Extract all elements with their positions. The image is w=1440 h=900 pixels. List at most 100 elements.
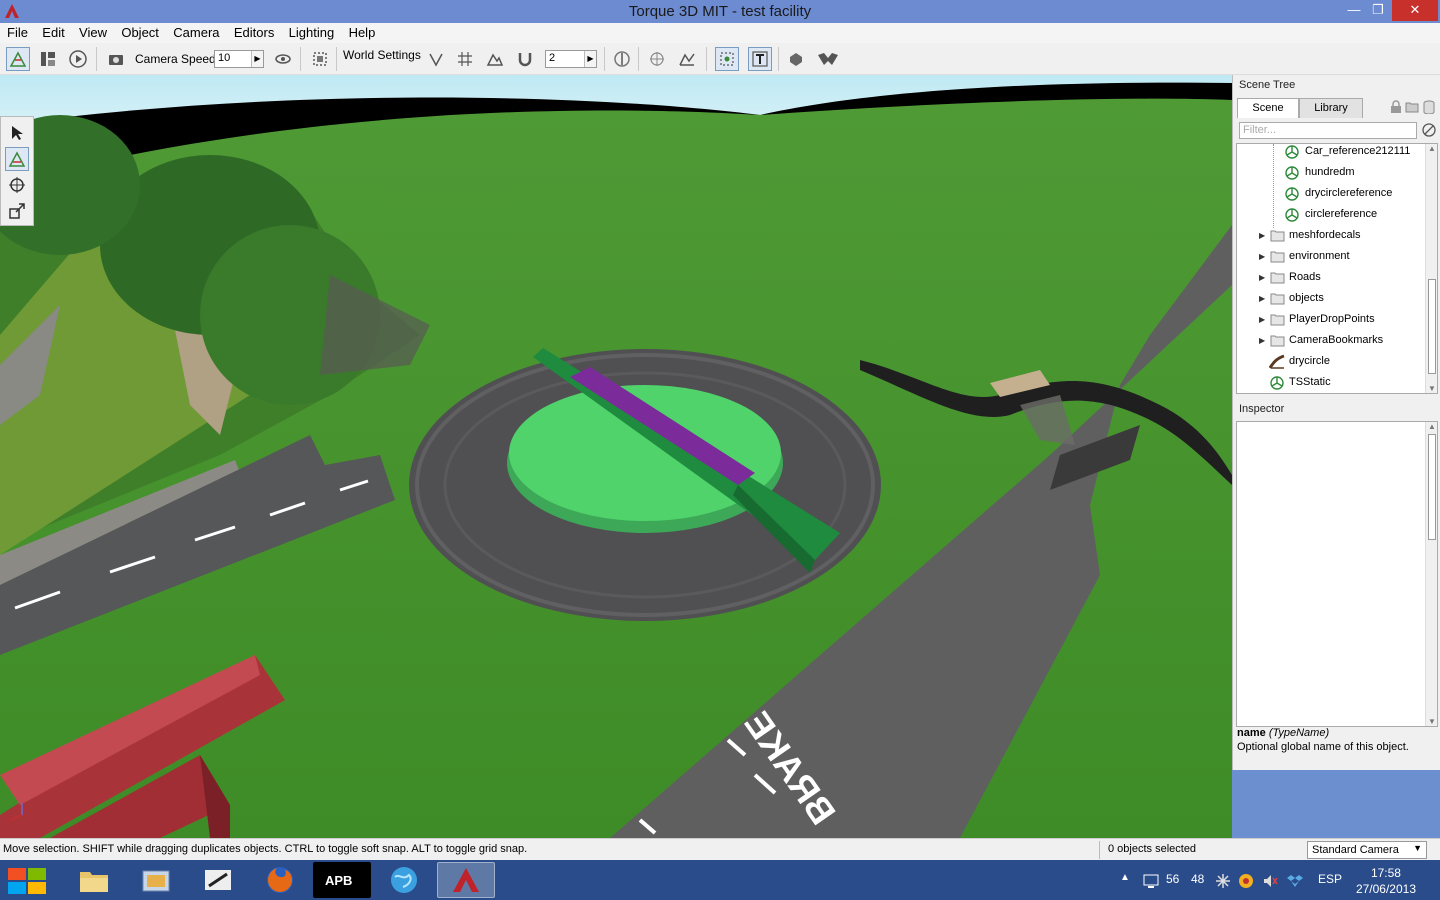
menu-view[interactable]: View: [75, 23, 111, 42]
world-editor-icon[interactable]: [6, 47, 30, 71]
title-bar: Torque 3D MIT - test facility — ❐ ✕: [0, 0, 1440, 23]
expand-arrow-icon[interactable]: ▶: [1259, 267, 1267, 288]
expand-arrow-icon[interactable]: ▶: [1259, 246, 1267, 267]
menu-camera[interactable]: Camera: [169, 23, 223, 42]
scene-tree-scroll-thumb[interactable]: [1428, 279, 1436, 374]
rotate-tool-icon[interactable]: [5, 173, 29, 197]
tree-item-label: PlayerDropPoints: [1289, 313, 1375, 325]
camera-mode-dropdown[interactable]: Standard Camera ▼: [1307, 841, 1427, 859]
grid-snap-icon[interactable]: [453, 47, 477, 71]
folder-icon: [1270, 230, 1285, 242]
inspector-field-help: name (TypeName): [1237, 727, 1329, 739]
menu-help[interactable]: Help: [345, 23, 380, 42]
scroll-up-icon[interactable]: ▲: [1428, 144, 1436, 153]
tab-library[interactable]: Library: [1299, 98, 1363, 118]
shape-icon: [1285, 166, 1299, 180]
menu-file[interactable]: File: [3, 23, 32, 42]
road-icon: [1269, 354, 1285, 369]
close-button[interactable]: ✕: [1392, 0, 1438, 21]
tree-item-label: objects: [1289, 292, 1324, 304]
camera-icon[interactable]: [104, 47, 128, 71]
3d-viewport[interactable]: BRAKE: [0, 75, 1232, 838]
camera-speed-value: 10: [218, 52, 231, 64]
object-selection-icon[interactable]: [715, 47, 739, 71]
expand-arrow-icon[interactable]: ▶: [1259, 309, 1267, 330]
taskbar-clock[interactable]: 17:58 27/06/2013: [1356, 865, 1416, 897]
taskbar-apb-icon[interactable]: APB: [313, 862, 371, 898]
camera-speed-input[interactable]: 10 ▶: [214, 50, 264, 68]
restore-button[interactable]: ❐: [1364, 0, 1392, 21]
scroll-up-icon[interactable]: ▲: [1428, 422, 1436, 431]
magnet-snap-icon[interactable]: [513, 47, 537, 71]
new-folder-icon[interactable]: [1405, 100, 1419, 117]
windows-start-icon[interactable]: [8, 868, 46, 894]
camera-speed-label: Camera Speed: [135, 52, 216, 66]
shape-icon: [1270, 376, 1284, 390]
grid-size-arrow-icon[interactable]: ▶: [584, 51, 596, 67]
tray-volume-icon[interactable]: [1262, 873, 1278, 892]
tray-network-icon[interactable]: [1215, 873, 1231, 892]
taskbar-torque-icon[interactable]: [437, 862, 495, 898]
taskbar-globe-icon[interactable]: [375, 862, 433, 898]
taskbar-firefox-icon[interactable]: [251, 862, 309, 898]
fit-view-icon[interactable]: [308, 47, 332, 71]
scroll-down-icon[interactable]: ▼: [1428, 717, 1436, 726]
taskbar-game-icon[interactable]: [189, 862, 247, 898]
folder-icon: [1270, 251, 1285, 263]
move-tool-icon[interactable]: [5, 147, 29, 171]
folder-icon: [1270, 293, 1285, 305]
scale-tool-icon[interactable]: [5, 199, 29, 223]
tray-expand-icon[interactable]: ▲: [1120, 872, 1130, 883]
tree-item-label: drycirclereference: [1305, 187, 1393, 199]
camera-speed-arrow-icon[interactable]: ▶: [251, 51, 263, 67]
folder-icon: [1270, 272, 1285, 284]
menu-lighting[interactable]: Lighting: [285, 23, 339, 42]
selection-count: 0 objects selected: [1108, 843, 1197, 855]
scroll-down-icon[interactable]: ▼: [1428, 384, 1436, 393]
delete-icon[interactable]: [1423, 100, 1435, 117]
svg-text:APB: APB: [325, 873, 352, 888]
gui-editor-icon[interactable]: [36, 47, 60, 71]
window-title: Torque 3D MIT - test facility: [628, 3, 812, 20]
expand-arrow-icon[interactable]: ▶: [1259, 330, 1267, 351]
shape-icon: [1285, 145, 1299, 159]
scene-tree-scrollbar[interactable]: ▲ ▼: [1425, 144, 1437, 393]
expand-arrow-icon[interactable]: ▶: [1259, 225, 1267, 246]
visibility-eye-icon[interactable]: [271, 47, 295, 71]
menu-editors[interactable]: Editors: [230, 23, 278, 42]
text-label-icon[interactable]: [748, 47, 772, 71]
scene-tree-panel: Scene Tree Scene Library Filter... Car_r…: [1232, 75, 1440, 770]
tray-app-icon[interactable]: [1238, 873, 1254, 892]
bounds-icon[interactable]: [610, 47, 634, 71]
tab-scene[interactable]: Scene: [1237, 98, 1299, 118]
taskbar-folder-icon[interactable]: [127, 862, 185, 898]
lock-icon[interactable]: [1390, 100, 1402, 117]
object-center-icon[interactable]: [645, 47, 669, 71]
expand-arrow-icon[interactable]: ▶: [1259, 288, 1267, 309]
shape-icon: [1285, 187, 1299, 201]
grid-size-input[interactable]: 2 ▶: [545, 50, 597, 68]
terrain-snap-icon[interactable]: [483, 47, 507, 71]
tree-item-label: environment: [1289, 250, 1350, 262]
tree-item-label: TSStatic: [1289, 376, 1331, 388]
tray-dropbox-icon[interactable]: [1287, 873, 1303, 892]
world-settings-label[interactable]: World Settings: [343, 48, 421, 62]
drop-at-camera-icon[interactable]: [784, 47, 808, 71]
inspector-scroll-thumb[interactable]: [1428, 434, 1436, 540]
taskbar-file-explorer-icon[interactable]: [65, 862, 123, 898]
clear-filter-icon[interactable]: [1422, 123, 1436, 140]
play-game-icon[interactable]: [66, 47, 90, 71]
scene-filter-input[interactable]: Filter...: [1239, 122, 1417, 139]
snap-to-object-icon[interactable]: [424, 47, 448, 71]
folder-icon: [1270, 314, 1285, 326]
menu-object[interactable]: Object: [117, 23, 163, 42]
tray-language[interactable]: ESP: [1318, 872, 1342, 886]
select-arrow-icon[interactable]: [5, 121, 29, 145]
menu-edit[interactable]: Edit: [38, 23, 68, 42]
inspector-scrollbar[interactable]: ▲ ▼: [1425, 422, 1437, 726]
world-transform-icon[interactable]: [675, 47, 699, 71]
shape-icon: [1285, 208, 1299, 222]
tray-monitor-icon[interactable]: [1143, 874, 1159, 891]
status-bar: Move selection. SHIFT while dragging dup…: [0, 838, 1440, 860]
drop-below-icon[interactable]: [816, 47, 840, 71]
